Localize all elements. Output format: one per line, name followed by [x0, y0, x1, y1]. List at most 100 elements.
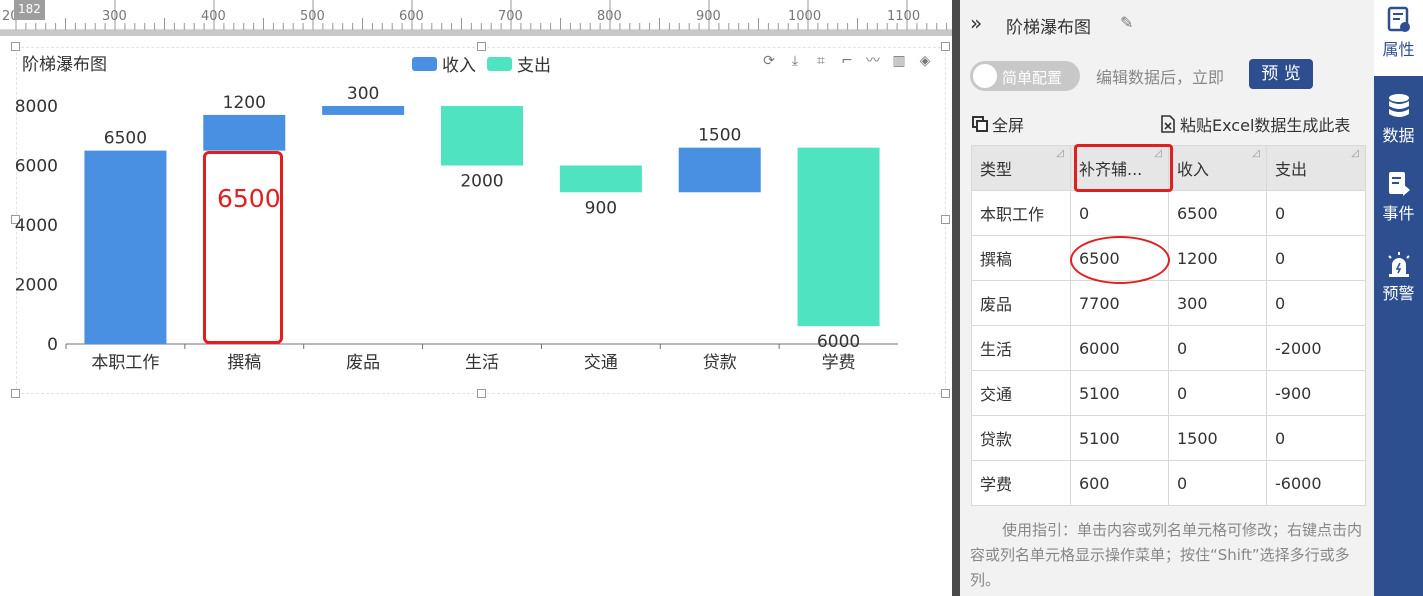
sidebar-item-data[interactable]: 数据: [1374, 86, 1423, 156]
toggle-label: 简单配置: [1002, 69, 1063, 87]
table-row: 贷款 5100 1500 0: [971, 415, 1366, 461]
legend-item-expense[interactable]: 支出: [487, 51, 551, 76]
table-cell[interactable]: 交通: [971, 370, 1071, 416]
y-tick-label: 2000: [15, 276, 58, 296]
usage-guide: 使用指引：单击内容或列名单元格可修改；右键点击内容或列名单元格显示操作菜单；按住…: [970, 521, 1363, 589]
sidebar-item-events[interactable]: 事件: [1374, 164, 1423, 234]
x-tick-label: 贷款: [703, 353, 737, 373]
column-menu-icon[interactable]: ◿: [1351, 148, 1359, 159]
table-cell[interactable]: 5100: [1070, 370, 1169, 416]
right-sidebar: 属性 数据 事件 预警: [1374, 0, 1423, 596]
preview-hint: 编辑数据后，立即: [1096, 68, 1225, 87]
alarm-icon: [1387, 252, 1410, 277]
preview-button[interactable]: 预 览: [1249, 59, 1313, 89]
refresh-icon[interactable]: ⟳: [760, 52, 778, 70]
income-bar: [203, 114, 286, 151]
download-icon[interactable]: ⤓: [786, 52, 804, 70]
table-cell[interactable]: 废品: [971, 280, 1071, 326]
chart-toolbox: ⟳ ⤓ ⌗ ⌐ 〰 ▥ ◈: [760, 52, 934, 70]
table-cell[interactable]: 0: [1168, 460, 1267, 506]
table-cell[interactable]: 0: [1266, 415, 1366, 461]
table-cell[interactable]: 6000: [1070, 325, 1169, 371]
table-cell[interactable]: 1200: [1168, 235, 1267, 281]
properties-icon: [1387, 6, 1410, 32]
fullscreen-button[interactable]: 全屏: [972, 112, 1024, 136]
column-header-label: 支出: [1275, 160, 1308, 179]
table-cell[interactable]: 7700: [1070, 280, 1169, 326]
column-menu-icon[interactable]: ◿: [1056, 148, 1064, 159]
legend-swatch: [487, 56, 512, 71]
table-cell[interactable]: 0: [1266, 280, 1366, 326]
column-menu-icon[interactable]: ◿: [1252, 148, 1260, 159]
sidebar-item-alerts[interactable]: 预警: [1374, 244, 1423, 314]
column-header[interactable]: 类型 ◿: [971, 145, 1071, 191]
table-cell[interactable]: 0: [1168, 325, 1267, 371]
data-label: 2000: [460, 172, 503, 192]
stack-icon[interactable]: ◈: [916, 52, 934, 70]
sidebar-item-label: 属性: [1382, 40, 1415, 59]
y-tick-label: 0: [47, 335, 58, 355]
table-cell[interactable]: 本职工作: [971, 190, 1071, 236]
table-cell[interactable]: 生活: [971, 325, 1071, 371]
paste-excel-label: 粘贴Excel数据生成此表: [1180, 116, 1351, 135]
table-cell[interactable]: 学费: [971, 460, 1071, 506]
column-header[interactable]: 支出 ◿: [1266, 145, 1366, 191]
table-cell[interactable]: 0: [1266, 235, 1366, 281]
x-tick-label: 学费: [822, 353, 856, 373]
table-cell[interactable]: 0: [1266, 190, 1366, 236]
design-canvas[interactable]: 200 300 400 500 600 700 800 900 1000 110…: [0, 0, 952, 596]
y-tick-label: 4000: [15, 216, 58, 236]
edit-title-icon[interactable]: ✎: [1120, 13, 1133, 32]
legend-item-income[interactable]: 收入: [412, 51, 476, 76]
sidebar-item-label: 预警: [1382, 284, 1415, 303]
table-cell[interactable]: 600: [1070, 460, 1169, 506]
table-row: 生活 6000 0 -2000: [971, 325, 1366, 371]
table-row: 废品 7700 300 0: [971, 280, 1366, 326]
x-tick-label: 废品: [346, 353, 380, 373]
sidebar-item-properties[interactable]: 属性: [1374, 0, 1423, 76]
data-label: 6500: [104, 129, 147, 149]
legend-label: 支出: [517, 56, 551, 76]
simple-config-toggle[interactable]: 简单配置: [970, 61, 1080, 91]
table-cell[interactable]: -900: [1266, 370, 1366, 416]
database-icon: [1388, 94, 1409, 117]
annotation-highlight-box: [203, 151, 283, 344]
data-label: 6000: [817, 332, 860, 352]
y-tick-label: 6000: [15, 157, 58, 177]
table-row: 交通 5100 0 -900: [971, 370, 1366, 416]
data-label: 1500: [698, 126, 741, 146]
annotation-label: 6500: [217, 184, 281, 213]
legend-swatch: [412, 56, 437, 71]
table-cell[interactable]: 300: [1168, 280, 1267, 326]
table-cell[interactable]: 1500: [1168, 415, 1267, 461]
table-cell[interactable]: -2000: [1266, 325, 1366, 371]
table-cell[interactable]: 6500: [1168, 190, 1267, 236]
crop-icon[interactable]: ⌗: [812, 52, 830, 70]
table-cell[interactable]: 0: [1168, 370, 1267, 416]
table-cell[interactable]: 贷款: [971, 415, 1071, 461]
bar-icon[interactable]: ▥: [890, 52, 908, 70]
column-header-label: 收入: [1177, 160, 1210, 179]
toggle-knob: [973, 64, 997, 88]
table-cell[interactable]: -6000: [1266, 460, 1366, 506]
column-header[interactable]: 收入 ◿: [1168, 145, 1267, 191]
collapse-panel-icon[interactable]: »: [970, 11, 982, 35]
fullscreen-icon: [972, 116, 988, 132]
column-header-label: 类型: [980, 160, 1013, 179]
event-icon: [1388, 172, 1410, 196]
income-bar: [322, 106, 405, 115]
table-row: 本职工作 0 6500 0: [971, 190, 1366, 236]
expense-bar: [559, 165, 642, 193]
table-cell[interactable]: 撰稿: [971, 235, 1071, 281]
table-cell[interactable]: 0: [1070, 190, 1169, 236]
crop-back-icon[interactable]: ⌐: [838, 52, 856, 70]
annotation-header-highlight: [1074, 144, 1173, 192]
data-table: 类型 ◿ 补齐辅... ◿ 收入 ◿ 支出 ◿ 本职工作 0 6500 0 撰稿 650…: [971, 145, 1366, 506]
line-icon[interactable]: 〰: [864, 52, 882, 70]
x-tick-label: 交通: [584, 353, 618, 373]
table-cell[interactable]: 5100: [1070, 415, 1169, 461]
panel-title: 阶梯瀑布图: [1006, 18, 1091, 38]
y-tick-label: 8000: [15, 97, 58, 117]
vertical-scrollbar[interactable]: [952, 0, 960, 596]
paste-excel-button[interactable]: 粘贴Excel数据生成此表: [1160, 112, 1350, 136]
